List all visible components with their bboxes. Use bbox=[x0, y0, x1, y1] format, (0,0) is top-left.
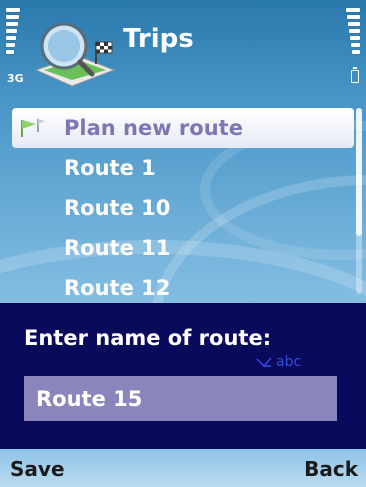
list-item[interactable]: Route 10 bbox=[12, 188, 354, 228]
list-item-label: Plan new route bbox=[64, 116, 243, 140]
save-softkey[interactable]: Save bbox=[10, 457, 65, 481]
trips-app-icon bbox=[34, 22, 116, 87]
network-type: 3G bbox=[7, 72, 24, 85]
list-item[interactable]: Route 1 bbox=[12, 148, 354, 188]
input-mode-label: abc bbox=[276, 354, 302, 370]
dialog-prompt: Enter name of route: bbox=[24, 326, 272, 350]
page-title: Trips bbox=[123, 24, 194, 54]
scrollbar-thumb[interactable] bbox=[356, 108, 362, 236]
list-item-plan-new-route[interactable]: Plan new route bbox=[12, 108, 354, 148]
back-softkey[interactable]: Back bbox=[304, 457, 358, 481]
list-item[interactable]: Route 12 bbox=[12, 268, 354, 308]
battery-level-icon bbox=[346, 8, 360, 54]
list-item-label: Route 12 bbox=[64, 276, 171, 300]
list-item-label: Route 11 bbox=[64, 236, 171, 260]
pencil-icon bbox=[256, 357, 272, 368]
signal-strength-icon bbox=[6, 8, 20, 54]
list-item[interactable]: Route 11 bbox=[12, 228, 354, 268]
list-item-label: Route 10 bbox=[64, 196, 171, 220]
input-mode-indicator: abc bbox=[256, 354, 301, 370]
flag-icon bbox=[21, 119, 45, 137]
phone-screen: 3G Trips Plan new route Route 1 Route 10… bbox=[0, 0, 366, 487]
battery-icon bbox=[351, 67, 359, 83]
route-name-input[interactable] bbox=[24, 376, 337, 421]
route-list: Plan new route Route 1 Route 10 Route 11… bbox=[12, 108, 354, 308]
list-item-label: Route 1 bbox=[64, 156, 156, 180]
